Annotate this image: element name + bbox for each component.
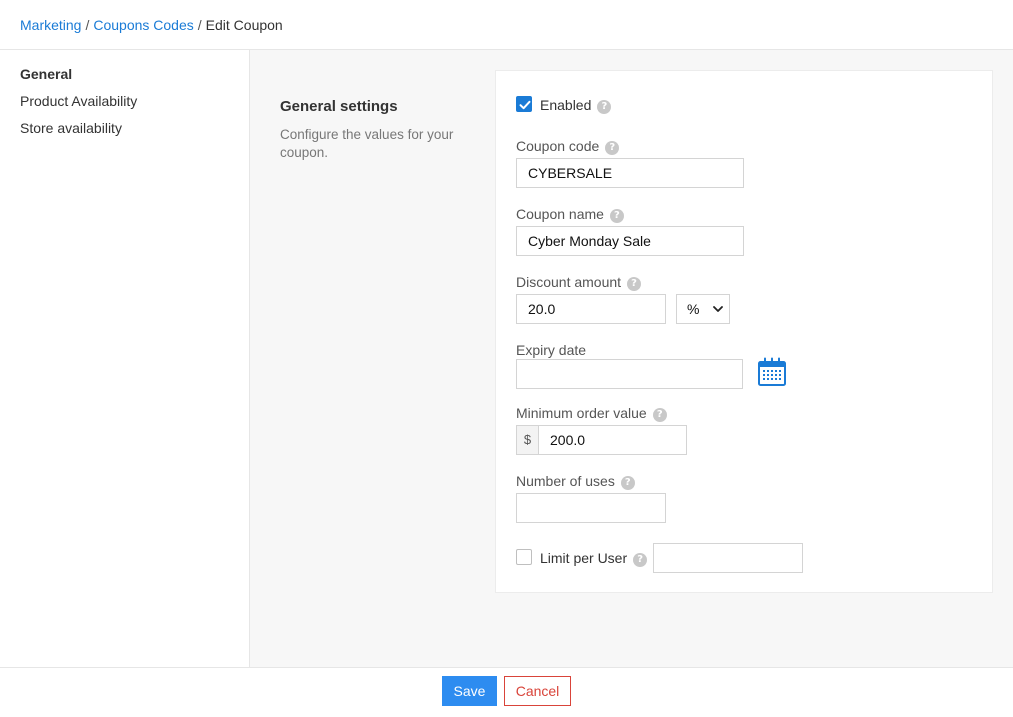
breadcrumb-separator: / [85,17,90,33]
coupon-code-label-group: Coupon code? [516,138,620,155]
limit-per-user-checkbox[interactable] [516,549,532,565]
calendar-icon[interactable] [757,357,787,387]
save-button[interactable]: Save [442,676,497,706]
expiry-date-input[interactable] [516,359,743,389]
help-icon[interactable]: ? [597,100,612,114]
discount-amount-input[interactable]: 20.0 [516,294,666,324]
enabled-label-group: Enabled? [540,97,612,114]
help-icon[interactable]: ? [633,553,648,567]
discount-unit-select[interactable]: % [676,294,730,324]
minimum-order-value-input[interactable]: 200.0 [538,425,687,455]
general-settings-card: Enabled? Coupon code? CYBERSALE Coupon n… [495,70,993,593]
help-icon[interactable]: ? [620,476,635,490]
breadcrumb-current-page: Edit Coupon [205,17,283,33]
main-content: General settings Configure the values fo… [250,50,1013,667]
breadcrumb-marketing[interactable]: Marketing [20,17,81,33]
breadcrumb-coupons-codes[interactable]: Coupons Codes [93,17,193,33]
chevron-down-icon [713,306,723,312]
limit-per-user-label: Limit per User [540,550,628,566]
number-of-uses-label: Number of uses [516,473,615,489]
sidebar-item-product-availability[interactable]: Product Availability [20,93,137,109]
limit-per-user-label-group: Limit per User? [540,550,648,567]
help-icon[interactable]: ? [605,141,620,155]
enabled-checkbox[interactable] [516,96,532,112]
help-icon[interactable]: ? [652,408,667,422]
discount-amount-label: Discount amount [516,274,622,290]
coupon-code-input[interactable]: CYBERSALE [516,158,744,188]
discount-unit-value: % [687,301,700,317]
number-of-uses-label-group: Number of uses? [516,473,635,490]
minimum-order-value-label-group: Minimum order value? [516,405,667,422]
cancel-button[interactable]: Cancel [504,676,571,706]
sidebar-item-store-availability[interactable]: Store availability [20,120,122,136]
expiry-date-label-group: Expiry date [516,342,586,358]
sidebar: General Product Availability Store avail… [0,50,250,667]
breadcrumb-separator: / [197,17,202,33]
breadcrumb: Marketing / Coupons Codes / Edit Coupon [20,17,283,33]
coupon-code-label: Coupon code [516,138,600,154]
discount-amount-label-group: Discount amount? [516,274,642,291]
coupon-name-label: Coupon name [516,206,604,222]
sidebar-item-general[interactable]: General [20,66,72,82]
footer-actions: Save Cancel [0,667,1013,717]
section-title: General settings [280,98,398,115]
section-description: Configure the values for your coupon. [280,127,454,160]
help-icon[interactable]: ? [609,209,624,223]
expiry-date-label: Expiry date [516,342,587,358]
number-of-uses-input[interactable] [516,493,666,523]
checkmark-icon [519,100,531,110]
top-bar: Marketing / Coupons Codes / Edit Coupon [0,0,1013,50]
currency-prefix: $ [516,425,538,455]
coupon-name-label-group: Coupon name? [516,206,624,223]
coupon-name-input[interactable]: Cyber Monday Sale [516,226,744,256]
enabled-label: Enabled [540,97,592,113]
help-icon[interactable]: ? [627,277,642,291]
minimum-order-value-label: Minimum order value [516,405,647,421]
limit-per-user-input[interactable] [653,543,803,573]
